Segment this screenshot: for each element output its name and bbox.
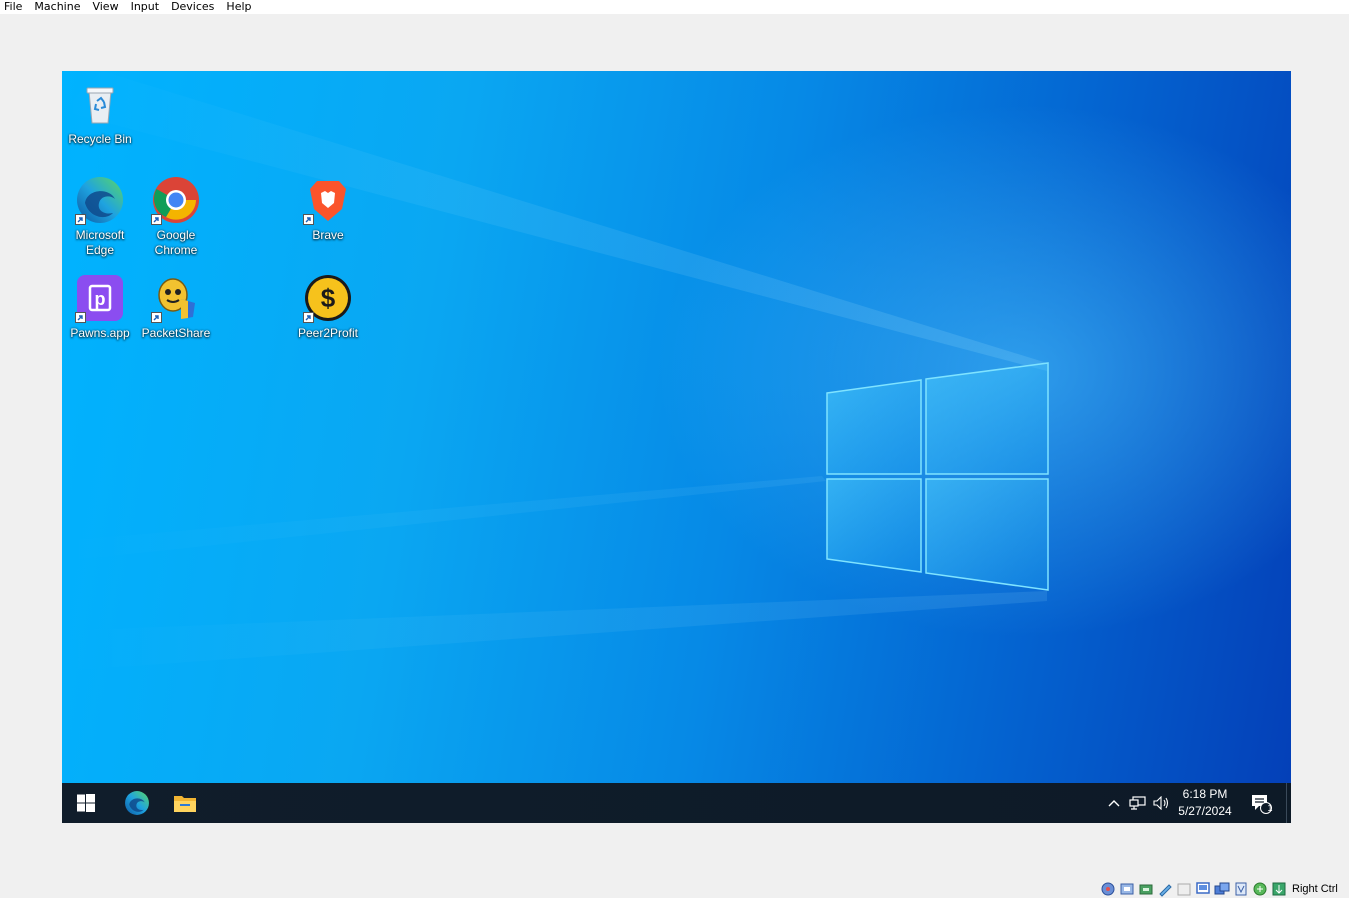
mouse-integration-icon[interactable]	[1271, 881, 1287, 897]
svg-text:$: $	[321, 283, 336, 313]
desktop-icon-label: Google Chrome	[154, 228, 198, 257]
start-icon	[77, 794, 95, 812]
taskbar-file-explorer[interactable]	[161, 783, 209, 823]
desktop-icon-label: PacketShare	[141, 326, 211, 340]
optical-drive-icon[interactable]	[1119, 881, 1135, 897]
network-adapter-icon[interactable]	[1157, 881, 1173, 897]
recycle-bin-icon	[75, 79, 125, 129]
desktop-icon-label: Brave	[312, 228, 344, 242]
clock-time[interactable]: 6:18 PM	[1172, 787, 1238, 801]
desktop-icon-pawns[interactable]: p Pawns.app	[62, 273, 138, 341]
menu-file[interactable]: File	[0, 0, 28, 14]
action-center-button[interactable]: 1	[1248, 783, 1274, 823]
show-desktop-divider[interactable]	[1286, 783, 1287, 823]
desktop-icon-label: Microsoft Edge	[75, 228, 125, 257]
desktop-icon-brave[interactable]: Brave	[290, 175, 366, 243]
desktop-wallpaper[interactable]: Recycle Bin Microsoft Edge Google Chrome…	[62, 71, 1291, 783]
volume-icon	[1153, 796, 1169, 810]
start-button[interactable]	[62, 783, 110, 823]
edge-icon	[75, 175, 125, 225]
clock-date[interactable]: 5/27/2024	[1172, 804, 1238, 818]
desktop-icon-label: Pawns.app	[70, 326, 130, 340]
brave-icon	[303, 175, 353, 225]
windows-logo-light	[62, 71, 1049, 671]
cpu-icon[interactable]	[1252, 881, 1268, 897]
host-statusbar: Right Ctrl	[1100, 880, 1338, 898]
menu-devices[interactable]: Devices	[165, 0, 220, 14]
desktop-icon-peer2profit[interactable]: $ Peer2Profit	[290, 273, 366, 341]
shared-folders-icon[interactable]	[1195, 881, 1211, 897]
menu-machine[interactable]: Machine	[28, 0, 86, 14]
desktop-icon-edge[interactable]: Microsoft Edge	[62, 175, 138, 258]
edge-icon	[125, 791, 149, 815]
tray-overflow-button[interactable]	[1106, 783, 1122, 823]
host-menubar: File Machine View Input Devices Help	[0, 0, 1349, 14]
desktop-icon-chrome[interactable]: Google Chrome	[138, 175, 214, 258]
usb-icon[interactable]	[1176, 881, 1192, 897]
taskbar: 6:18 PM 5/27/2024 1	[62, 783, 1291, 823]
pawns-icon: p	[75, 273, 125, 323]
host-key-label[interactable]: Right Ctrl	[1292, 883, 1338, 895]
svg-text:p: p	[95, 289, 106, 309]
file-explorer-icon	[174, 796, 196, 812]
desktop-icon-label: Recycle Bin	[68, 132, 132, 146]
menu-help[interactable]: Help	[220, 0, 257, 14]
chevron-up-icon	[1108, 800, 1120, 807]
guest-screen[interactable]: Recycle Bin Microsoft Edge Google Chrome…	[62, 71, 1291, 823]
desktop-icon-label: Peer2Profit	[297, 326, 359, 340]
packetshare-icon	[151, 273, 201, 323]
taskbar-edge[interactable]	[113, 783, 161, 823]
menu-input[interactable]: Input	[125, 0, 165, 14]
menu-view[interactable]: View	[86, 0, 124, 14]
tray-volume[interactable]	[1152, 783, 1172, 823]
peer2profit-icon: $	[303, 273, 353, 323]
audio-icon[interactable]	[1138, 881, 1154, 897]
desktop-icon-recycle-bin[interactable]: Recycle Bin	[62, 79, 138, 147]
display-icon[interactable]	[1214, 881, 1230, 897]
desktop-icon-packetshare[interactable]: PacketShare	[138, 273, 214, 341]
recording-icon[interactable]	[1233, 881, 1249, 897]
tray-network[interactable]	[1128, 783, 1148, 823]
hard-disk-icon[interactable]	[1100, 881, 1116, 897]
chrome-icon	[151, 175, 201, 225]
notification-count: 1	[1267, 803, 1273, 813]
network-icon	[1129, 796, 1146, 810]
